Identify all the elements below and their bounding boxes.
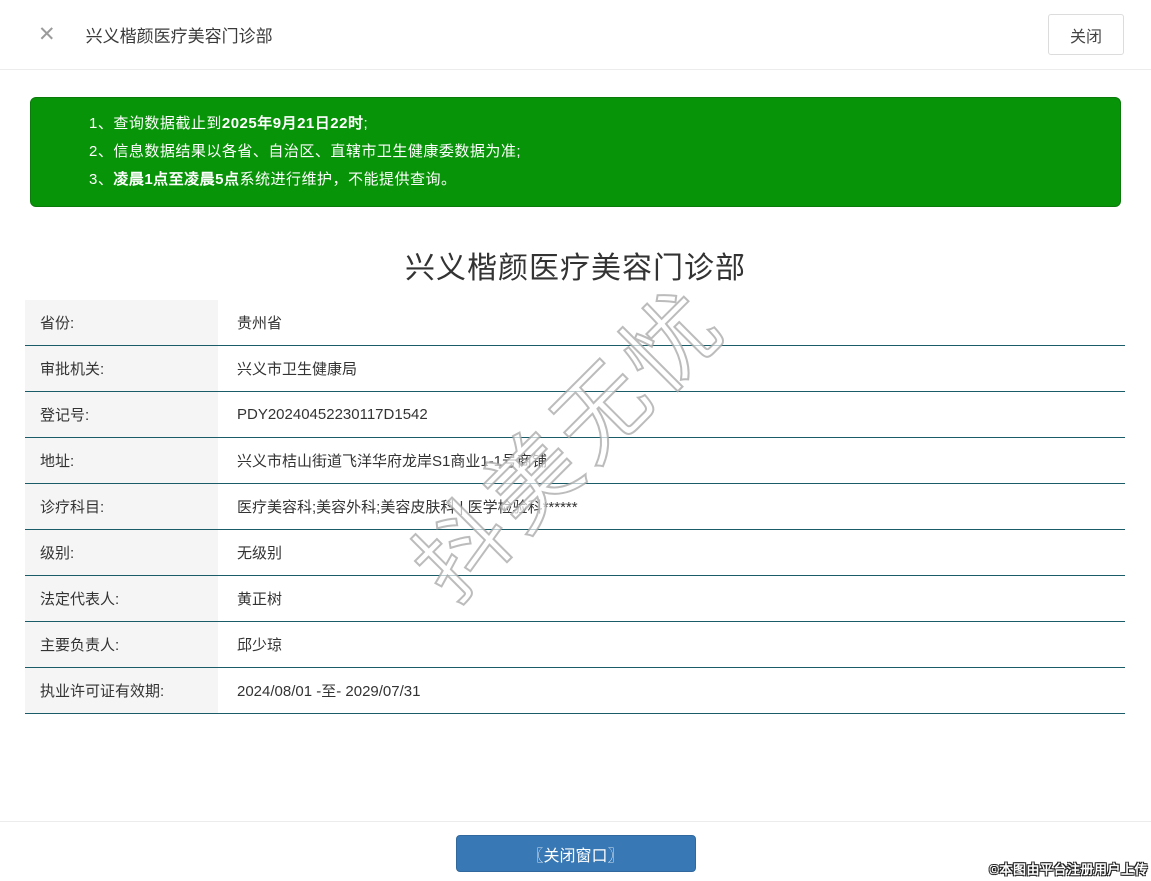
field-label: 法定代表人:	[25, 576, 218, 621]
notice-segment: 信息数据结果以各省、自治区、直辖市卫生健康委数据为准;	[113, 143, 522, 160]
table-row: 诊疗科目: 医疗美容科;美容外科;美容皮肤科 | 医学检验科******	[25, 484, 1125, 530]
field-value: 医疗美容科;美容外科;美容皮肤科 | 医学检验科******	[237, 499, 578, 516]
notice-segment: 凌晨1点至凌晨5点	[113, 171, 240, 188]
close-window-button[interactable]: 〖关闭窗口〗	[455, 835, 696, 872]
table-row: 地址: 兴义市桔山街道飞洋华府龙岸S1商业1-1号商铺	[25, 438, 1125, 484]
notice-line-number: 2、	[89, 143, 114, 160]
notice-segment: ;	[363, 115, 369, 132]
field-label: 登记号:	[25, 392, 218, 437]
notice-line-number: 3、	[89, 171, 114, 188]
notice-line-number: 1、	[89, 115, 114, 132]
field-label: 执业许可证有效期:	[25, 668, 218, 713]
notice-line: 1、查询数据截止到2025年9月21日22时;	[89, 110, 1100, 138]
field-value: 兴义市卫生健康局	[237, 361, 358, 378]
table-row: 级别: 无级别	[25, 530, 1125, 576]
field-value: 2024/08/01 -至- 2029/07/31	[237, 683, 421, 700]
field-label: 主要负责人:	[25, 622, 218, 667]
footer-bar: 〖关闭窗口〗	[0, 821, 1151, 881]
table-row: 审批机关: 兴义市卫生健康局	[25, 346, 1125, 392]
institution-title: 兴义楷颜医疗美容门诊部	[405, 252, 746, 285]
info-table: 省份: 贵州省审批机关: 兴义市卫生健康局登记号: PDY20240452230117…	[25, 300, 1125, 714]
query-result-window: ✕ 兴义楷颜医疗美容门诊部 关闭 1、查询数据截止到2025年9月21日22时;…	[0, 0, 1151, 881]
notice-banner: 1、查询数据截止到2025年9月21日22时; 2、信息数据结果以各省、自治区、直…	[30, 97, 1121, 207]
notice-line: 2、信息数据结果以各省、自治区、直辖市卫生健康委数据为准;	[89, 138, 1100, 166]
close-button[interactable]: 关闭	[1048, 14, 1124, 55]
table-row: 主要负责人: 邱少琼	[25, 622, 1125, 668]
field-label: 省份:	[25, 300, 218, 345]
field-value: 贵州省	[237, 315, 283, 332]
header-bar: ✕ 兴义楷颜医疗美容门诊部 关闭	[0, 0, 1151, 70]
field-value: 黄正树	[237, 591, 283, 608]
field-label: 诊疗科目:	[25, 484, 218, 529]
field-label: 审批机关:	[25, 346, 218, 391]
notice-segment: 2025年9月21日22时	[221, 115, 364, 132]
field-value: 兴义市桔山街道飞洋华府龙岸S1商业1-1号商铺	[237, 453, 548, 470]
field-label: 级别:	[25, 530, 218, 575]
upload-note: ©本图由平台注册用户上传	[989, 862, 1148, 877]
table-row: 执业许可证有效期: 2024/08/01 -至- 2029/07/31	[25, 668, 1125, 714]
field-value: 无级别	[237, 545, 283, 562]
table-row: 登记号: PDY20240452230117D1542	[25, 392, 1125, 438]
close-icon[interactable]: ✕	[38, 24, 56, 45]
table-row: 法定代表人: 黄正树	[25, 576, 1125, 622]
header-title: 兴义楷颜医疗美容门诊部	[85, 27, 273, 46]
field-value: PDY20240452230117D1542	[237, 406, 428, 423]
table-row: 省份: 贵州省	[25, 300, 1125, 346]
field-value: 邱少琼	[237, 637, 283, 654]
notice-segment: 系统进行维护，不能提供查询。	[239, 171, 457, 188]
notice-segment: 查询数据截止到	[113, 115, 222, 132]
field-label: 地址:	[25, 438, 218, 483]
notice-line: 3、凌晨1点至凌晨5点系统进行维护，不能提供查询。	[89, 166, 1100, 194]
